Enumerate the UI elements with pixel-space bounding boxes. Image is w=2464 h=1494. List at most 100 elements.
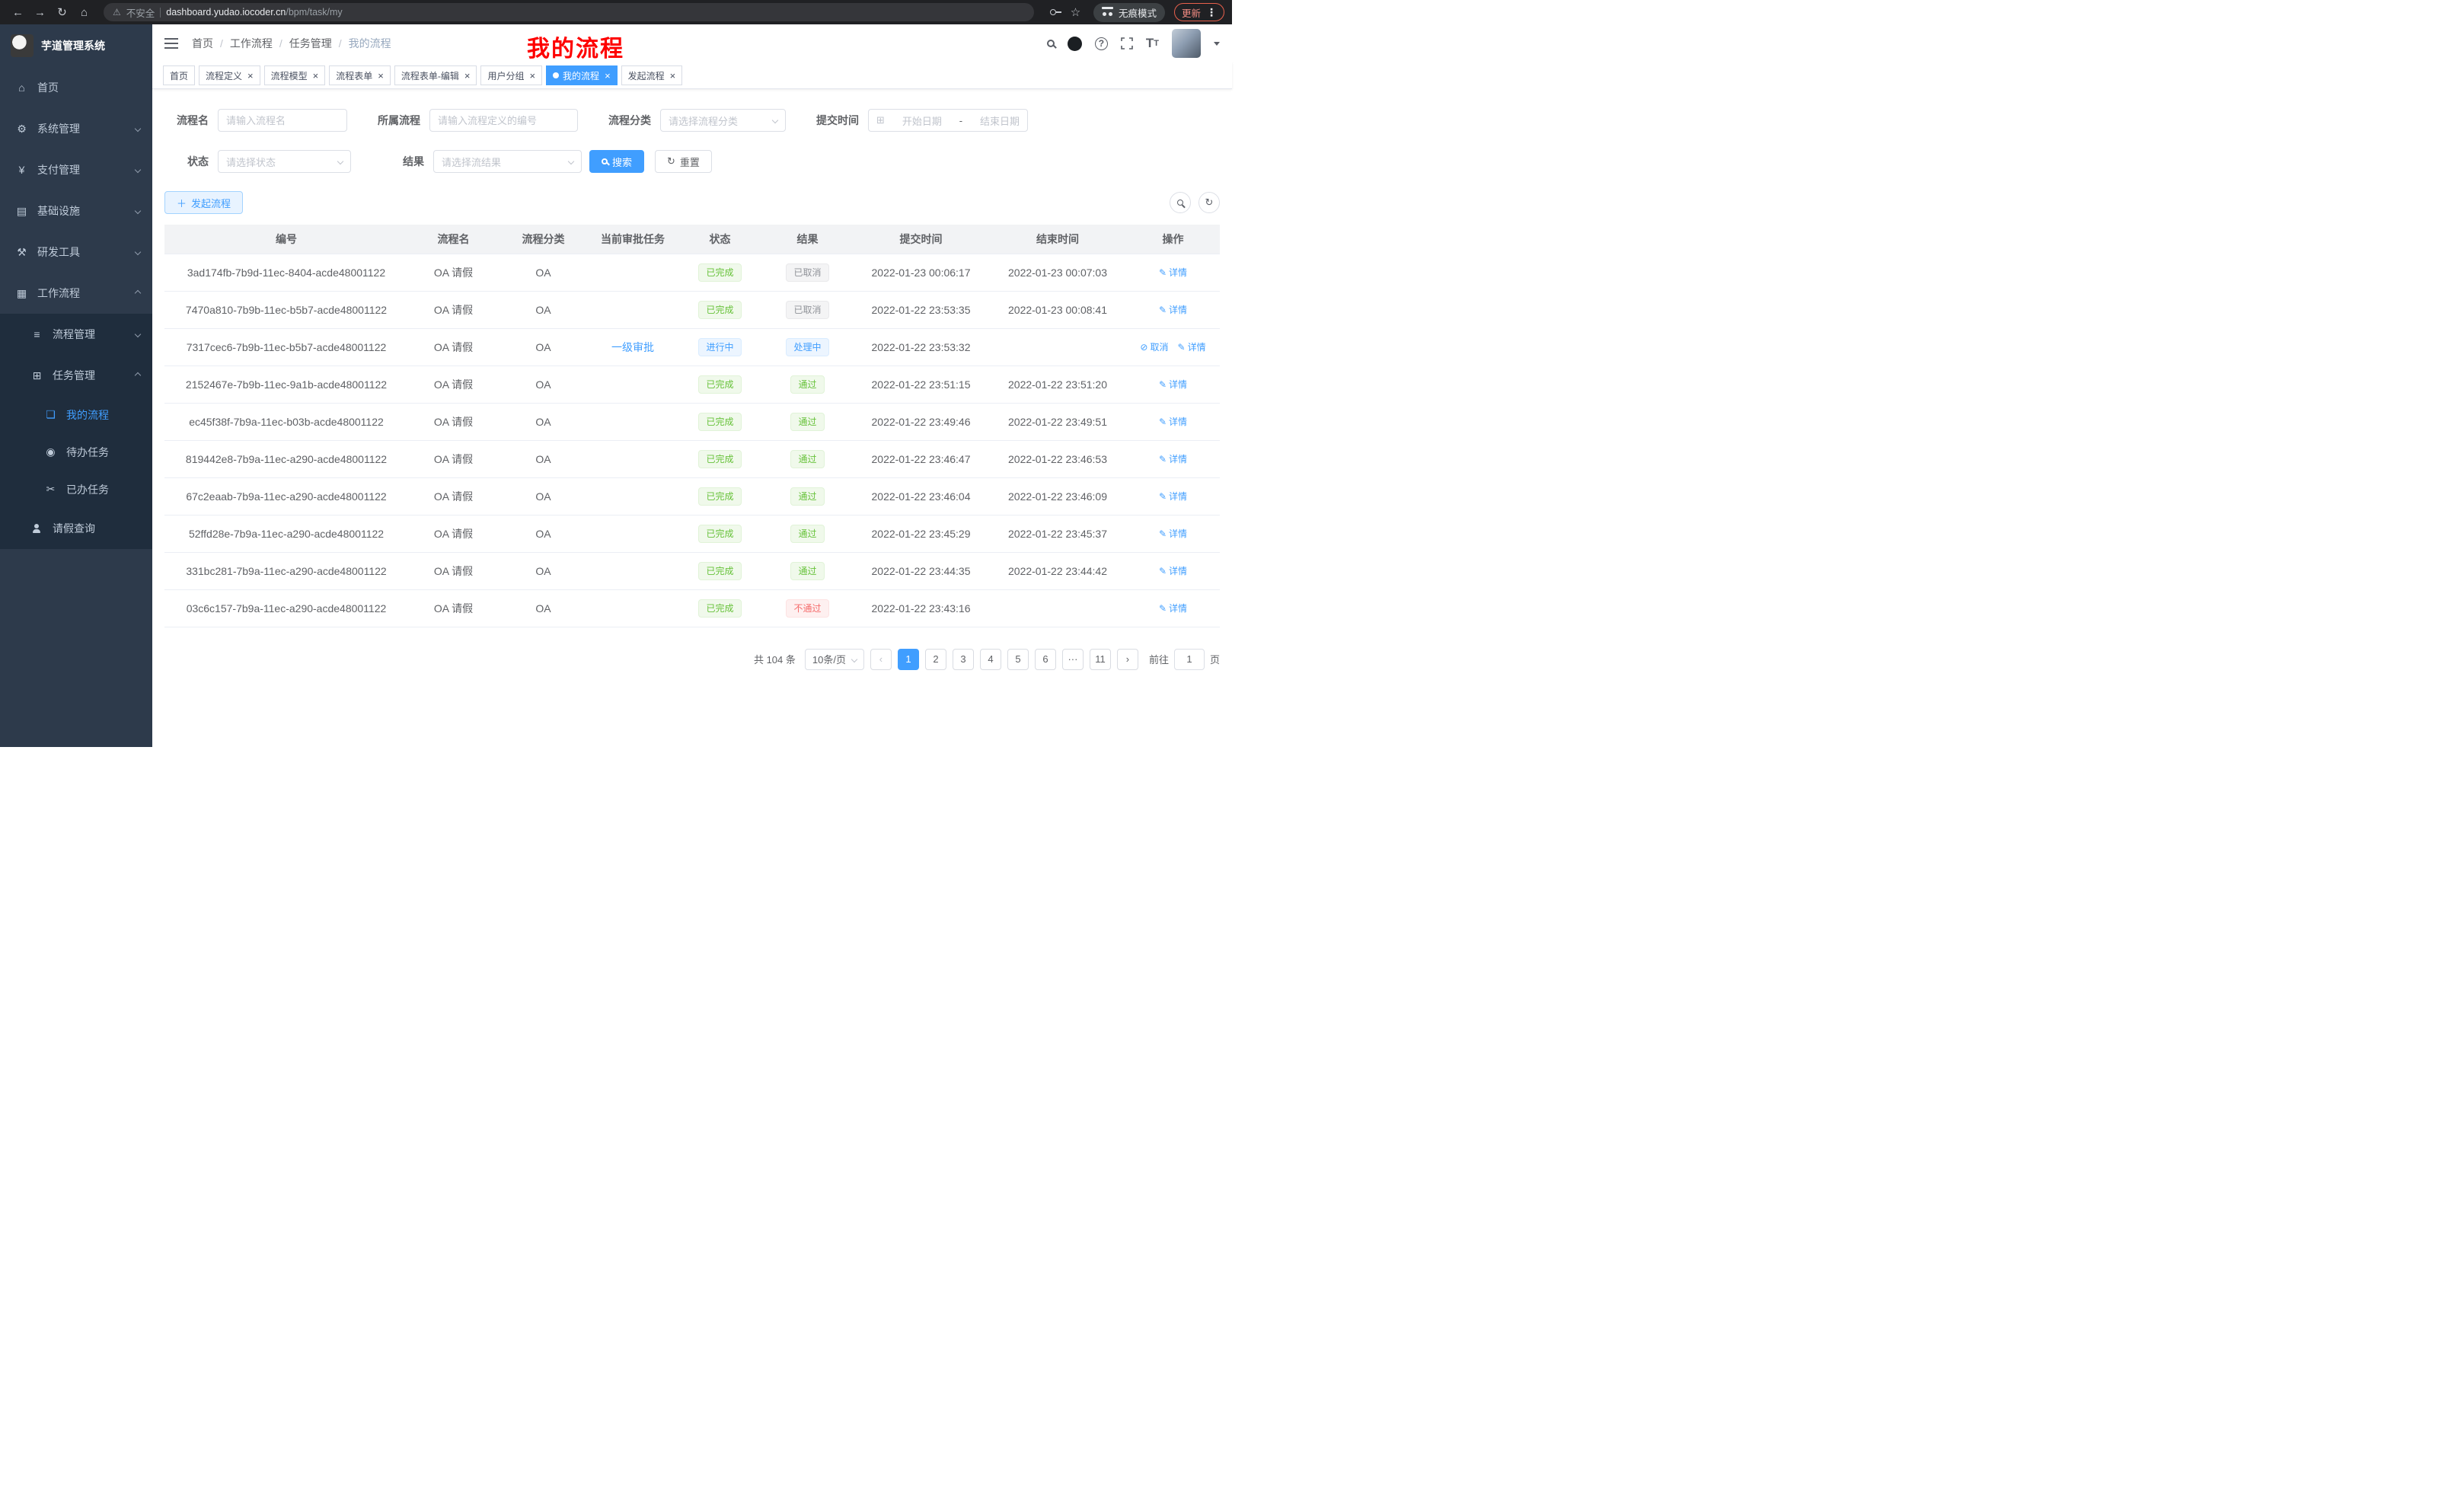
close-icon[interactable]: × — [464, 71, 471, 81]
help-icon[interactable]: ? — [1095, 37, 1108, 50]
status-placeholder: 请选择状态 — [226, 155, 276, 169]
action-detail[interactable]: ✎详情 — [1159, 266, 1187, 279]
page-button[interactable]: 5 — [1007, 649, 1029, 670]
tab-my-process[interactable]: 我的流程× — [546, 65, 618, 85]
sidebar-item-done-task[interactable]: ✂已办任务 — [0, 471, 152, 508]
sidebar-item-my-process[interactable]: ❏我的流程 — [0, 396, 152, 433]
forward-icon[interactable]: → — [30, 2, 50, 23]
security-label[interactable]: 不安全 — [126, 5, 155, 20]
action-detail[interactable]: ✎详情 — [1159, 564, 1187, 577]
cell-category: OA — [499, 477, 588, 515]
tab-process-model[interactable]: 流程模型× — [264, 65, 326, 85]
page-button[interactable]: 3 — [953, 649, 974, 670]
calendar-icon: ⊞ — [876, 114, 885, 126]
reload-icon[interactable]: ↻ — [52, 2, 72, 23]
pagination-ellipsis[interactable]: ··· — [1062, 649, 1084, 670]
github-icon[interactable] — [1068, 37, 1082, 51]
action-cancel[interactable]: ⊘取消 — [1140, 340, 1168, 353]
search-button[interactable]: 搜索 — [589, 150, 644, 173]
result-select[interactable]: 请选择流结果 — [433, 150, 582, 173]
cell-category: OA — [499, 552, 588, 589]
sidebar-item-home[interactable]: ⌂首页 — [0, 67, 152, 108]
category-select[interactable]: 请选择流程分类 — [660, 109, 786, 132]
page-button[interactable]: 4 — [980, 649, 1001, 670]
font-size-icon[interactable]: TT — [1146, 36, 1159, 51]
action-detail[interactable]: ✎详情 — [1159, 602, 1187, 615]
action-detail[interactable]: ✎详情 — [1159, 490, 1187, 503]
refresh-table-button[interactable]: ↻ — [1198, 192, 1220, 213]
action-detail[interactable]: ✎详情 — [1159, 452, 1187, 465]
toggle-search-button[interactable] — [1170, 192, 1191, 213]
tab-start-process[interactable]: 发起流程× — [621, 65, 683, 85]
action-detail[interactable]: ✎详情 — [1159, 378, 1187, 391]
sidebar-item-task-mgmt[interactable]: ⊞任务管理 — [0, 355, 152, 396]
close-icon[interactable]: × — [247, 71, 254, 81]
sidebar-item-payment[interactable]: ¥支付管理 — [0, 149, 152, 190]
fullscreen-icon[interactable] — [1121, 37, 1133, 49]
reset-button[interactable]: ↻ 重置 — [655, 150, 712, 173]
hamburger-icon[interactable] — [164, 38, 180, 49]
search-icon[interactable] — [1047, 40, 1055, 47]
user-avatar[interactable] — [1172, 29, 1201, 58]
sidebar-item-devtools[interactable]: ⚒研发工具 — [0, 231, 152, 273]
create-process-button[interactable]: ＋ 发起流程 — [164, 191, 243, 214]
back-icon[interactable]: ← — [8, 2, 28, 23]
close-icon[interactable]: × — [313, 71, 319, 81]
logo[interactable]: 芋道管理系统 — [0, 24, 152, 67]
sidebar-item-system[interactable]: ⚙系统管理 — [0, 108, 152, 149]
cell-end-time: 2022-01-22 23:46:53 — [989, 440, 1126, 477]
current-task-link[interactable]: 一级审批 — [611, 341, 654, 353]
tab-process-form-edit[interactable]: 流程表单-编辑× — [394, 65, 477, 85]
cell-end-time — [989, 328, 1126, 366]
browser-menu-icon[interactable]: ⋮ — [1206, 6, 1217, 19]
breadcrumb-item[interactable]: 首页 — [192, 36, 213, 51]
range-separator: - — [959, 115, 962, 126]
table-row: 7470a810-7b9b-11ec-b5b7-acde48001122OA 请… — [164, 291, 1220, 328]
bookmark-star-icon[interactable]: ☆ — [1065, 2, 1086, 23]
cell-result: 处理中 — [762, 328, 853, 366]
caret-down-icon[interactable] — [1214, 42, 1220, 46]
action-detail[interactable]: ✎详情 — [1178, 340, 1206, 353]
sidebar-item-workflow[interactable]: ▦工作流程 — [0, 273, 152, 314]
tab-home[interactable]: 首页 — [163, 65, 195, 85]
page-button[interactable]: 6 — [1035, 649, 1056, 670]
page-size-select[interactable]: 10条/页 — [805, 649, 864, 670]
breadcrumb-item[interactable]: 工作流程 — [230, 36, 273, 51]
action-label: 详情 — [1169, 564, 1187, 577]
page-button[interactable]: 2 — [925, 649, 946, 670]
next-page-button[interactable]: › — [1117, 649, 1138, 670]
sidebar-item-label: 首页 — [37, 80, 59, 95]
sidebar-item-leave-query[interactable]: 请假查询 — [0, 508, 152, 549]
table-row: 7317cec6-7b9b-11ec-b5b7-acde48001122OA 请… — [164, 328, 1220, 366]
goto-page-input[interactable] — [1174, 649, 1205, 670]
close-icon[interactable]: × — [529, 71, 535, 81]
cell-result: 已取消 — [762, 254, 853, 291]
sidebar-item-infra[interactable]: ▤基础设施 — [0, 190, 152, 231]
sidebar-item-process-mgmt[interactable]: ≡流程管理 — [0, 314, 152, 355]
submit-time-range-picker[interactable]: ⊞ 开始日期 - 结束日期 — [868, 109, 1028, 132]
close-icon[interactable]: × — [378, 71, 384, 81]
close-icon[interactable]: × — [605, 71, 611, 81]
tab-process-definition[interactable]: 流程定义× — [199, 65, 260, 85]
previous-page-button[interactable]: ‹ — [870, 649, 892, 670]
action-label: 详情 — [1169, 415, 1187, 428]
browser-home-icon[interactable]: ⌂ — [74, 2, 94, 23]
action-detail[interactable]: ✎详情 — [1159, 527, 1187, 540]
cell-status: 已完成 — [678, 477, 762, 515]
sidebar-item-todo-task[interactable]: ◉待办任务 — [0, 433, 152, 471]
page-button[interactable]: 1 — [898, 649, 919, 670]
status-select[interactable]: 请选择状态 — [218, 150, 351, 173]
tab-user-group[interactable]: 用户分组× — [480, 65, 542, 85]
page-button[interactable]: 11 — [1090, 649, 1111, 670]
process-name-input[interactable] — [218, 109, 347, 132]
address-bar[interactable]: ⚠ 不安全 dashboard.yudao.iocoder.cn/bpm/tas… — [104, 3, 1034, 21]
action-detail[interactable]: ✎详情 — [1159, 415, 1187, 428]
close-icon[interactable]: × — [670, 71, 676, 81]
update-button[interactable]: 更新 ⋮ — [1174, 3, 1224, 21]
action-detail[interactable]: ✎详情 — [1159, 303, 1187, 316]
tab-process-form[interactable]: 流程表单× — [329, 65, 391, 85]
key-icon[interactable] — [1043, 2, 1064, 23]
column-header: 当前审批任务 — [588, 225, 678, 254]
breadcrumb-item[interactable]: 任务管理 — [289, 36, 332, 51]
process-definition-input[interactable] — [429, 109, 578, 132]
